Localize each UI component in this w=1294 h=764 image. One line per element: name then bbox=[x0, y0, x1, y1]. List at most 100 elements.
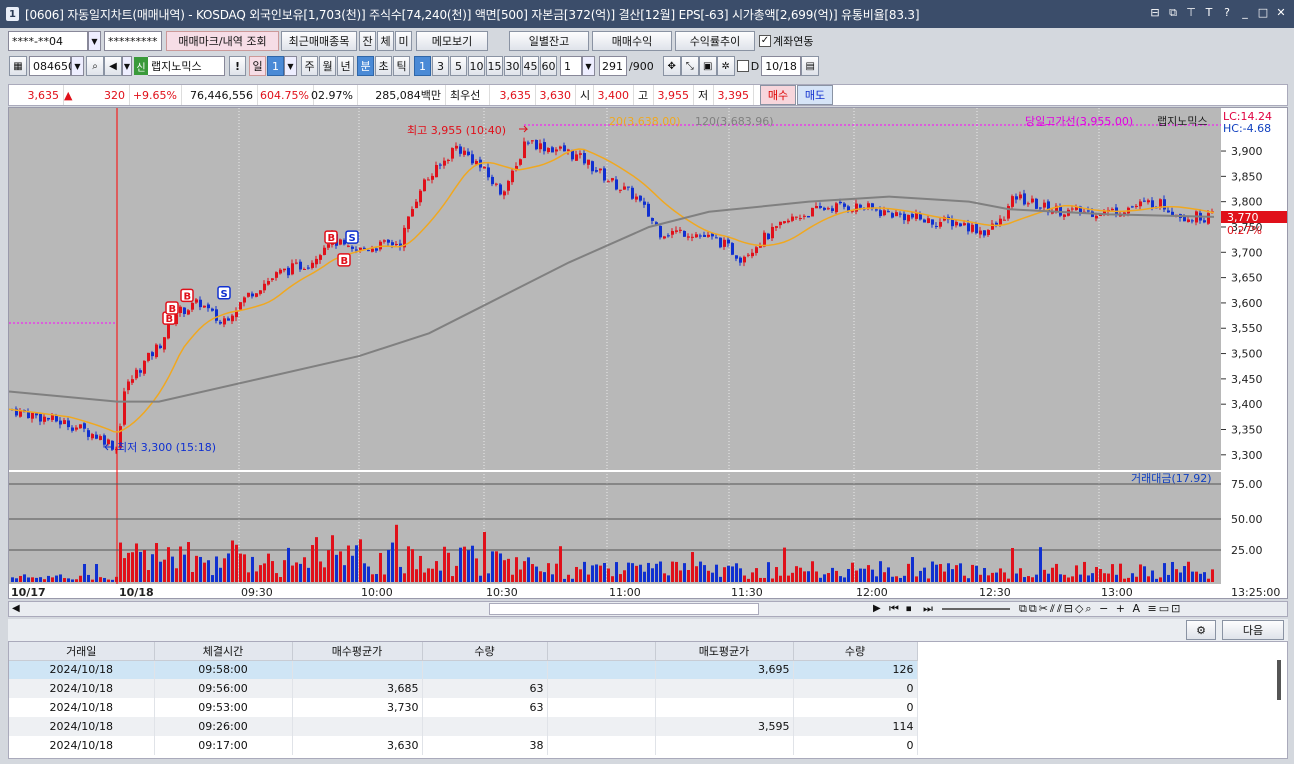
trade-history-table: 거래일 체결시간 매수평균가 수량 매도평균가 수량 2024/10/18 09:… bbox=[9, 642, 918, 755]
calendar-icon[interactable]: ▤ bbox=[801, 56, 820, 76]
candle bbox=[623, 186, 626, 190]
panel-settings-icon[interactable]: ⚙ bbox=[1186, 620, 1216, 640]
period-count-dropdown[interactable]: ▼ bbox=[284, 56, 297, 76]
volume-bar bbox=[1019, 568, 1022, 582]
custom-interval-dropdown[interactable]: ▼ bbox=[582, 56, 595, 76]
interval-1-button[interactable]: 1 bbox=[414, 56, 431, 76]
table-row[interactable]: 2024/10/18 09:56:00 3,685 63 0 bbox=[9, 679, 918, 698]
table-row[interactable]: 2024/10/18 09:53:00 3,730 63 0 bbox=[9, 698, 918, 717]
hc-label: HC:-4.68 bbox=[1223, 122, 1271, 135]
date-input[interactable]: 10/18 bbox=[761, 56, 802, 76]
interval-15-button[interactable]: 15 bbox=[486, 56, 503, 76]
stop-icon[interactable]: ⏹ bbox=[906, 602, 912, 616]
stock-code-dropdown[interactable]: ▼ bbox=[71, 56, 84, 76]
speaker-dropdown[interactable]: ▼ bbox=[122, 56, 132, 76]
volume-bar bbox=[323, 567, 326, 582]
minimize-button[interactable]: _ bbox=[1238, 6, 1252, 20]
balance-button[interactable]: 잔 bbox=[359, 31, 376, 51]
interval-45-button[interactable]: 45 bbox=[522, 56, 539, 76]
copy-window-icon[interactable]: ⧉ bbox=[1166, 6, 1180, 20]
interval-5-button[interactable]: 5 bbox=[450, 56, 467, 76]
period-month-button[interactable]: 월 bbox=[319, 56, 336, 76]
fast-forward-icon[interactable]: ⏭ bbox=[923, 602, 933, 616]
custom-interval-field[interactable]: 1 bbox=[560, 56, 582, 76]
account-link-checkbox[interactable]: ✓ 계좌연동 bbox=[759, 33, 813, 49]
close-button[interactable]: ✕ bbox=[1274, 6, 1288, 20]
maximize-button[interactable]: □ bbox=[1256, 6, 1270, 20]
search-icon[interactable]: ⌕ bbox=[86, 56, 104, 76]
daily-balance-button[interactable]: 일별잔고 bbox=[509, 31, 589, 51]
help-icon[interactable]: ? bbox=[1220, 6, 1234, 20]
volume-bar bbox=[279, 576, 282, 582]
col-buy-qty: 수량 bbox=[422, 642, 548, 661]
drawing-tools-icons[interactable]: ⧉⧉✂⫽⫽⊟◇⌕ − + A ≡▭⊡ bbox=[1019, 602, 1182, 616]
scroll-right-icon[interactable]: ▶ bbox=[873, 603, 881, 614]
alert-button[interactable]: ! bbox=[229, 56, 246, 76]
rewind-icon[interactable]: ⏮ bbox=[889, 602, 899, 616]
scrollbar-thumb[interactable] bbox=[489, 603, 759, 615]
volume-bar bbox=[311, 545, 314, 582]
volume-bar bbox=[1079, 574, 1082, 582]
bar-count-field[interactable]: 291 bbox=[599, 56, 627, 76]
profit-trend-button[interactable]: 수익률추이 bbox=[675, 31, 755, 51]
scroll-left-icon[interactable]: ◀ bbox=[12, 603, 20, 614]
layout-icon[interactable]: ⊟ bbox=[1148, 6, 1162, 20]
period-tick-button[interactable]: 틱 bbox=[393, 56, 410, 76]
date-checkbox[interactable] bbox=[736, 60, 749, 72]
table-scrollbar[interactable] bbox=[1277, 660, 1281, 700]
stock-code-input[interactable]: 084650 bbox=[29, 56, 75, 76]
table-row[interactable]: 2024/10/18 09:17:00 3,630 38 0 bbox=[9, 736, 918, 755]
volume-bar bbox=[79, 575, 82, 582]
next-button[interactable]: 다음 bbox=[1222, 620, 1284, 640]
volume-bar bbox=[515, 557, 518, 582]
period-day-button[interactable]: 일 bbox=[249, 56, 266, 76]
memo-button[interactable]: 메모보기 bbox=[416, 31, 488, 51]
buy-button[interactable]: 매수 bbox=[760, 85, 796, 105]
volume-bar bbox=[203, 562, 206, 582]
period-week-button[interactable]: 주 bbox=[301, 56, 318, 76]
save-icon[interactable]: ▣ bbox=[698, 56, 717, 76]
candle bbox=[87, 430, 90, 437]
volume-bar bbox=[607, 568, 610, 582]
account-input[interactable]: ****-**04 bbox=[8, 31, 88, 51]
volume-bar bbox=[695, 566, 698, 582]
speed-slider[interactable] bbox=[942, 608, 1010, 610]
password-input[interactable]: ********* bbox=[104, 31, 162, 51]
trade-profit-button[interactable]: 매매수익 bbox=[592, 31, 672, 51]
period-year-button[interactable]: 년 bbox=[337, 56, 354, 76]
volume-bar bbox=[175, 568, 178, 582]
interval-3-button[interactable]: 3 bbox=[432, 56, 449, 76]
volume-bar bbox=[687, 570, 690, 582]
period-minute-button[interactable]: 분 bbox=[357, 56, 374, 76]
sell-button[interactable]: 매도 bbox=[797, 85, 833, 105]
table-row[interactable]: 2024/10/18 09:58:00 3,695 126 bbox=[9, 660, 918, 679]
chart-area[interactable]: BBBSBSB 3,900 3,850 3,800 3,750 3,700 3,650 3,… bbox=[8, 107, 1288, 599]
account-dropdown[interactable]: ▼ bbox=[88, 31, 101, 51]
volume-bar bbox=[1055, 563, 1058, 582]
period-second-button[interactable]: 초 bbox=[375, 56, 392, 76]
pin-icon[interactable]: ⊤ bbox=[1184, 6, 1198, 20]
checkbox-check-icon[interactable]: ✓ bbox=[759, 35, 771, 47]
candle bbox=[731, 243, 734, 255]
trade-mark-button[interactable]: 매매마크/내역 조회 bbox=[166, 31, 279, 51]
interval-60-button[interactable]: 60 bbox=[540, 56, 557, 76]
interval-30-button[interactable]: 30 bbox=[504, 56, 521, 76]
current-price-label: 3,770 bbox=[1227, 211, 1259, 224]
interval-10-button[interactable]: 10 bbox=[468, 56, 485, 76]
executed-button[interactable]: 체 bbox=[377, 31, 394, 51]
price-chart[interactable]: BBB SB SB 3,9003,8503,8003,7503,7003,6503,… bbox=[8, 108, 1289, 600]
speaker-icon[interactable]: ◀ bbox=[104, 56, 122, 76]
table-row[interactable]: 2024/10/18 09:26:00 3,595 114 bbox=[9, 717, 918, 736]
font-size-icon[interactable]: T bbox=[1202, 6, 1216, 20]
unfilled-button[interactable]: 미 bbox=[395, 31, 412, 51]
candle bbox=[915, 212, 918, 219]
recent-trades-button[interactable]: 최근매매종목 bbox=[281, 31, 357, 51]
volume-bar bbox=[711, 572, 714, 582]
volume-bar bbox=[179, 546, 182, 582]
chart-type-icon[interactable]: ▦ bbox=[9, 56, 27, 76]
zoom-icon[interactable]: ⤡ bbox=[680, 56, 699, 76]
crosshair-icon[interactable]: ✥ bbox=[662, 56, 681, 76]
x-tick-label: 11:00 bbox=[609, 586, 641, 599]
settings-gear-icon[interactable]: ✲ bbox=[716, 56, 735, 76]
period-count-field[interactable]: 1 bbox=[267, 56, 284, 76]
